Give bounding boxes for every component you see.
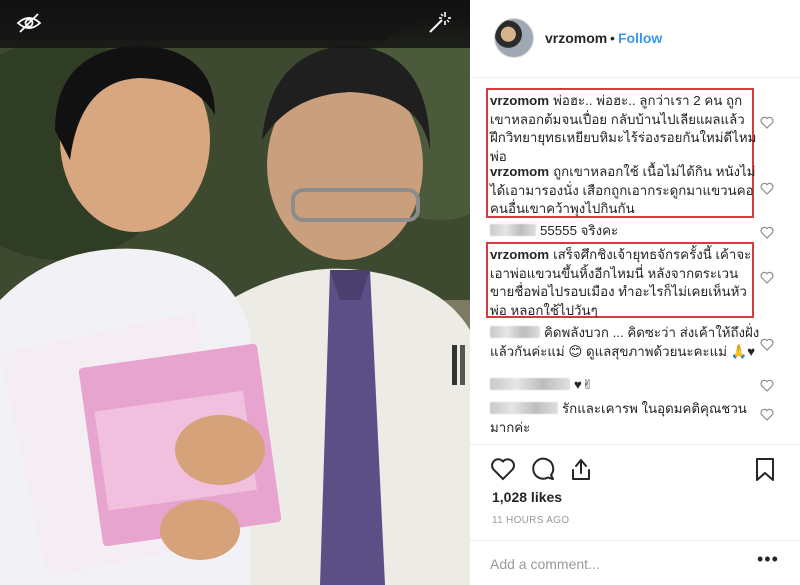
comment-like-icon[interactable] [760,379,774,392]
eye-slash-icon[interactable] [16,12,42,34]
comment-username[interactable]: vrzomom [490,93,549,108]
comment-like-icon[interactable] [760,116,774,129]
comment-item: vrzomom ถูกเขาหลอกใช้ เนื้อไม่ได้กิน หนัง… [490,163,760,219]
comment-item: 55555 จริงคะ [490,222,760,241]
blurred-username [490,378,570,390]
avatar[interactable] [494,18,534,58]
comment-like-icon[interactable] [760,226,774,239]
bookmark-icon[interactable] [752,456,778,482]
post-photo [0,0,470,585]
photo-top-bar [0,0,470,48]
photo-scene [0,20,470,585]
blurred-username [490,326,540,338]
comment-like-icon[interactable] [760,271,774,284]
add-comment-bar: ••• [470,540,800,585]
comment-text: ♥✌ [574,377,594,392]
comment-item: ♥✌ [490,376,760,395]
comment-bubble-icon[interactable] [530,456,556,482]
more-options-button[interactable]: ••• [757,549,779,570]
likes-count[interactable]: 1,028 likes [492,489,562,505]
comment-username[interactable]: vrzomom [490,247,549,262]
comment-text: 55555 จริงคะ [540,223,619,238]
magic-wand-icon[interactable] [426,10,452,36]
comment-item: vrzomom เสร็จศึกชิงเจ้ายุทธจักรครั้งนี้ เ… [490,246,760,320]
add-comment-input[interactable] [490,553,740,575]
post-header: vrzomom • Follow [470,0,800,78]
comment-username[interactable]: vrzomom [490,164,549,179]
blurred-username [490,402,558,414]
post-side-panel: vrzomom • Follow vrzomom พ่อฮะ.. พ่อฮะ.. … [470,0,800,585]
comment-like-icon[interactable] [760,408,774,421]
comment-list: vrzomom พ่อฮะ.. พ่อฮะ.. ลูกว่าเรา 2 คน ถู… [470,80,800,440]
comment-item: คิดพลังบวก ... คิดซะว่า ส่งเค้าให้ถึงฝั่… [490,324,760,361]
comment-item: รักและเคารพ ในอุดมคติคุณชวนมากค่ะ [490,400,760,437]
post-timestamp: 11 HOURS AGO [492,515,570,526]
post-actions: 1,028 likes 11 HOURS AGO ••• [470,444,800,584]
comment-item: vrzomom พ่อฮะ.. พ่อฮะ.. ลูกว่าเรา 2 คน ถู… [490,92,760,166]
separator-dot: • [610,30,615,46]
post-username[interactable]: vrzomom [545,30,607,46]
follow-button[interactable]: Follow [618,30,662,46]
comment-like-icon[interactable] [760,182,774,195]
heart-outline-icon[interactable] [490,456,516,482]
comment-like-icon[interactable] [760,338,774,351]
share-icon[interactable] [568,456,594,482]
blurred-username [490,224,536,236]
